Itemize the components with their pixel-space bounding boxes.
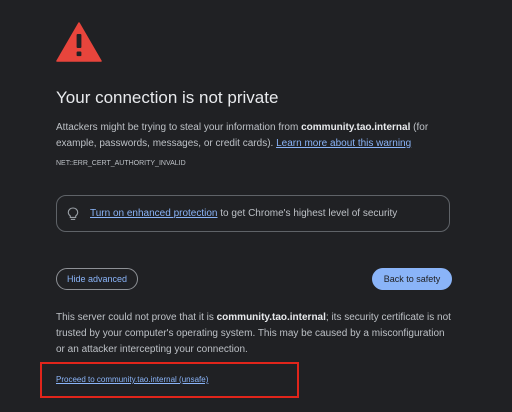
main-message-host: community.tao.internal (301, 122, 411, 133)
learn-more-link[interactable]: Learn more about this warning (276, 138, 411, 149)
main-message: Attackers might be trying to steal your … (56, 120, 456, 152)
main-message-prefix: Attackers might be trying to steal your … (56, 122, 302, 133)
back-to-safety-button[interactable]: Back to safety (372, 268, 452, 290)
enhanced-protection-text: Turn on enhanced protection to get Chrom… (90, 208, 397, 219)
details-host: community.tao.internal (216, 312, 326, 323)
enhanced-protection-box: Turn on enhanced protection to get Chrom… (56, 195, 450, 232)
enhanced-protection-link[interactable]: Turn on enhanced protection (90, 208, 218, 219)
error-code: NET::ERR_CERT_AUTHORITY_INVALID (56, 160, 186, 167)
warning-triangle-icon (56, 22, 102, 62)
details-message: This server could not prove that it is c… (56, 310, 452, 358)
lightbulb-icon (67, 206, 79, 220)
details-prefix: This server could not prove that it is (56, 312, 217, 323)
enhanced-protection-rest: to get Chrome's highest level of securit… (217, 208, 398, 219)
hide-advanced-button[interactable]: Hide advanced (56, 268, 138, 290)
highlight-box (40, 362, 299, 398)
page-title: Your connection is not private (56, 88, 279, 107)
